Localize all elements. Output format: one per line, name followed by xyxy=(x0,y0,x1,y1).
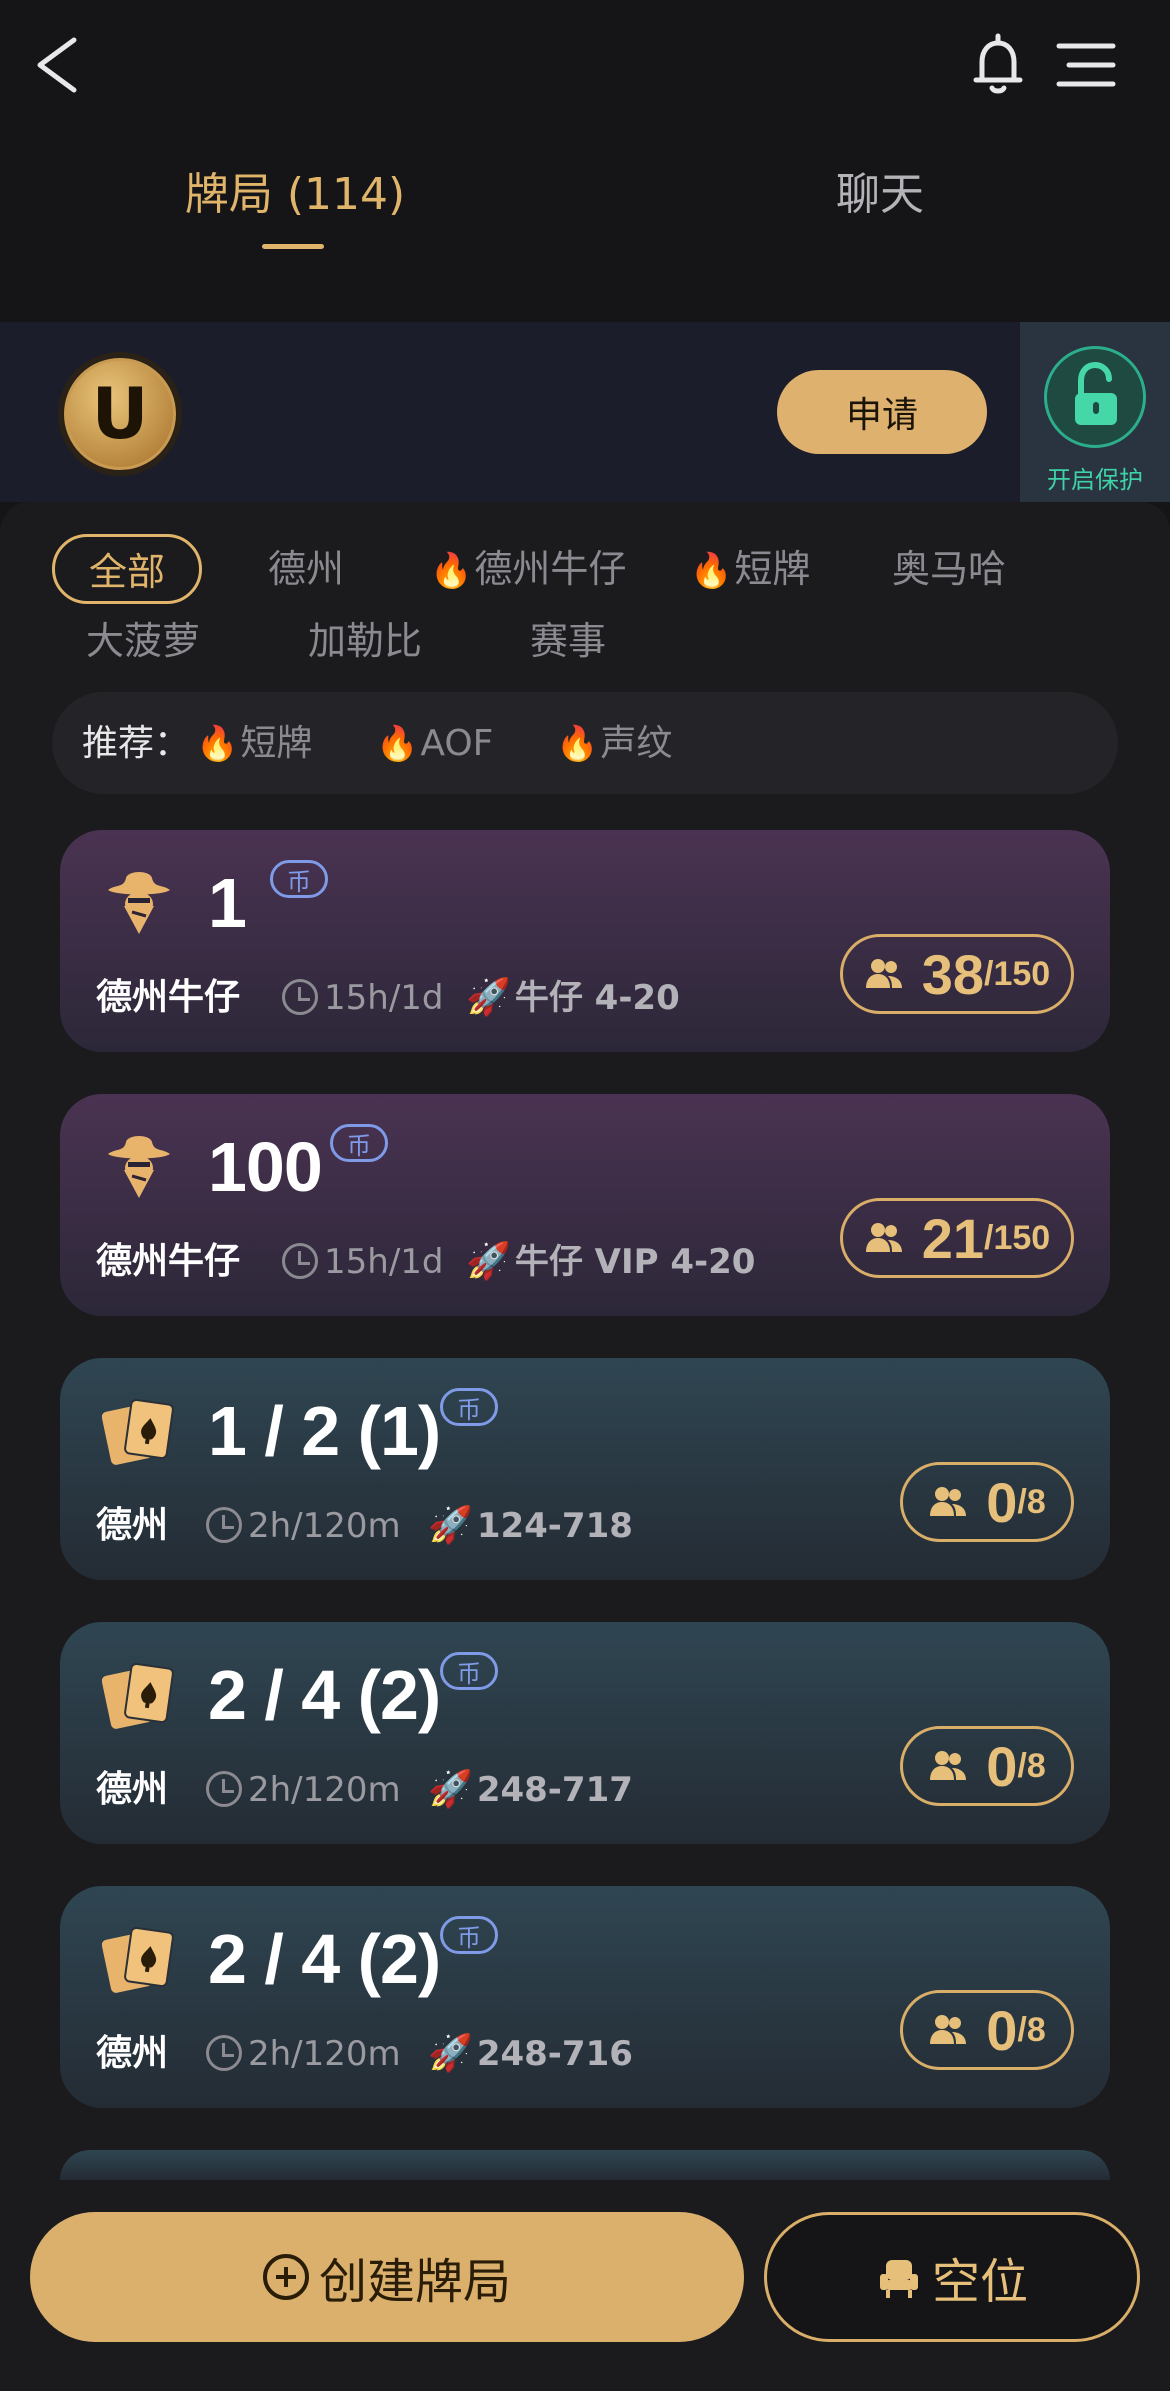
coin-badge: 币 xyxy=(440,1652,498,1690)
clock-icon xyxy=(206,1506,242,1543)
clock-icon xyxy=(206,1770,242,1807)
game-duration: 2h/120m xyxy=(206,2026,401,2082)
game-speed: 🚀 牛仔 VIP 4-20 xyxy=(466,1241,756,1282)
cards-icon xyxy=(101,1920,176,1994)
table-card[interactable]: 1 币德州牛仔 15h/1d 🚀 牛仔 4-20 38/150 xyxy=(60,830,1110,1052)
filter-tournament[interactable]: 赛事 xyxy=(530,606,606,676)
protect-label: 开启保护 xyxy=(1047,466,1143,494)
people-icon xyxy=(928,1746,968,1786)
game-type: 德州 xyxy=(96,1769,169,1810)
recommend-voiceprint[interactable]: 🔥声纹 xyxy=(556,714,672,774)
coin-badge: 币 xyxy=(440,1388,498,1426)
people-icon xyxy=(928,1482,968,1522)
unlock-icon xyxy=(1044,346,1146,448)
chevron-left-icon xyxy=(37,37,77,93)
cowboy-icon xyxy=(102,864,176,938)
coin-badge: 币 xyxy=(440,1916,498,1954)
coin-badge: 币 xyxy=(330,1124,388,1162)
rocket-icon: 🚀 xyxy=(466,977,511,1018)
table-blinds: 1 / 2 (1) xyxy=(208,1392,441,1470)
table-card[interactable]: 100 币德州牛仔 15h/1d 🚀 牛仔 VIP 4-20 21/150 xyxy=(60,1094,1110,1316)
tab-games[interactable]: 牌局 (114) xyxy=(130,158,460,238)
seat-count: 0/8 xyxy=(900,1462,1074,1542)
people-icon xyxy=(864,954,904,994)
create-game-button[interactable]: 创建牌局 xyxy=(30,2212,744,2342)
table-card-partial[interactable] xyxy=(60,2150,1110,2180)
game-speed: 🚀 248-716 xyxy=(428,2033,633,2074)
seat-count: 0/8 xyxy=(900,1990,1074,2070)
table-blinds: 100 xyxy=(208,1128,323,1206)
game-duration: 2h/120m xyxy=(206,1498,401,1554)
game-type: 德州 xyxy=(96,2033,169,2074)
table-card[interactable]: 2 / 4 (2) 币德州 2h/120m 🚀 248-717 0/8 xyxy=(60,1622,1110,1844)
filter-big-pineapple[interactable]: 大菠萝 xyxy=(86,606,200,676)
game-speed: 🚀 牛仔 4-20 xyxy=(466,977,680,1018)
filter-omaha[interactable]: 奥马哈 xyxy=(892,534,1006,604)
fire-icon: 🔥 xyxy=(376,724,419,764)
fire-icon: 🔥 xyxy=(196,724,239,764)
rocket-icon: 🚀 xyxy=(428,2033,473,2074)
back-button[interactable] xyxy=(30,30,90,100)
filter-caribbean[interactable]: 加勒比 xyxy=(308,606,422,676)
game-type: 德州 xyxy=(96,1505,169,1546)
table-card[interactable]: 1 / 2 (1) 币德州 2h/120m 🚀 124-718 0/8 xyxy=(60,1358,1110,1580)
recommend-title: 推荐： xyxy=(82,723,191,764)
fire-icon: 🔥 xyxy=(690,551,733,591)
club-logo[interactable]: U xyxy=(58,352,182,476)
fire-icon: 🔥 xyxy=(556,724,599,764)
table-card[interactable]: 2 / 4 (2) 币德州 2h/120m 🚀 248-716 0/8 xyxy=(60,1886,1110,2108)
tab-chat[interactable]: 聊天 xyxy=(720,158,1040,238)
notification-button[interactable] xyxy=(968,30,1028,100)
recommend-short-deck[interactable]: 🔥短牌 xyxy=(196,714,312,774)
rocket-icon: 🚀 xyxy=(428,1769,473,1810)
cowboy-icon xyxy=(102,1128,176,1202)
table-blinds: 2 / 4 (2) xyxy=(208,1656,441,1734)
table-blinds: 2 / 4 (2) xyxy=(208,1920,441,1998)
filter-all[interactable]: 全部 xyxy=(52,534,202,604)
coin-badge: 币 xyxy=(270,860,328,898)
clock-icon xyxy=(206,2034,242,2071)
cards-icon xyxy=(101,1656,176,1730)
filter-texas[interactable]: 德州 xyxy=(268,534,344,604)
apply-button[interactable]: 申请 xyxy=(777,370,987,454)
game-type: 德州牛仔 xyxy=(96,977,241,1018)
active-tab-indicator xyxy=(262,244,324,249)
filter-texas-cowboy[interactable]: 🔥德州牛仔 xyxy=(430,534,626,604)
bell-icon xyxy=(973,33,1023,94)
seat-count: 0/8 xyxy=(900,1726,1074,1806)
fire-icon: 🔥 xyxy=(430,551,473,591)
seat-count: 21/150 xyxy=(840,1198,1074,1278)
rocket-icon: 🚀 xyxy=(428,1505,473,1546)
people-icon xyxy=(864,1218,904,1258)
game-speed: 🚀 248-717 xyxy=(428,1769,633,1810)
game-duration: 15h/1d xyxy=(282,1234,443,1290)
seat-count: 38/150 xyxy=(840,934,1074,1014)
recommend-aof[interactable]: 🔥AOF xyxy=(376,714,493,774)
cards-icon xyxy=(101,1392,176,1466)
game-speed: 🚀 124-718 xyxy=(428,1505,633,1546)
game-duration: 15h/1d xyxy=(282,970,443,1026)
rocket-icon: 🚀 xyxy=(466,1241,511,1282)
game-duration: 2h/120m xyxy=(206,1762,401,1818)
menu-button[interactable] xyxy=(1055,38,1117,94)
menu-icon xyxy=(1056,43,1116,87)
empty-seat-button[interactable]: 空位 xyxy=(764,2212,1140,2342)
filter-short-deck[interactable]: 🔥短牌 xyxy=(690,534,810,604)
table-blinds: 1 xyxy=(208,864,247,942)
clock-icon xyxy=(282,978,318,1015)
people-icon xyxy=(928,2010,968,2050)
clock-icon xyxy=(282,1242,318,1279)
plus-circle-icon xyxy=(262,2254,309,2300)
seat-icon xyxy=(879,2260,918,2298)
game-type: 德州牛仔 xyxy=(96,1241,241,1282)
